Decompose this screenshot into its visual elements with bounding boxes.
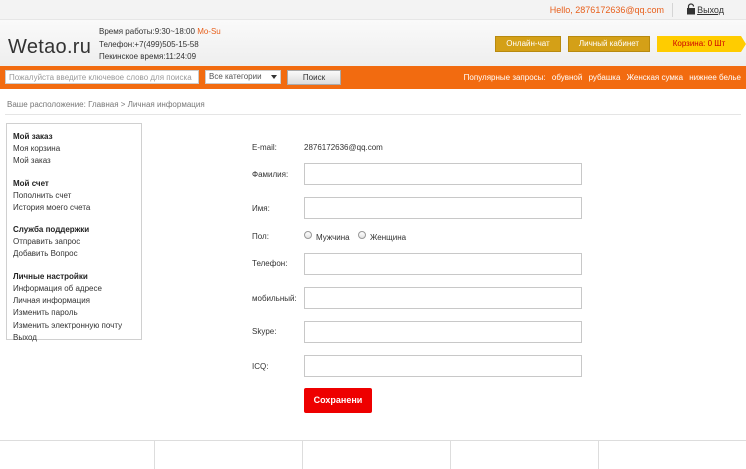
firstname-label: Имя: <box>252 204 270 213</box>
divider <box>302 441 303 469</box>
gender-label: Пол: <box>252 232 269 241</box>
search-button[interactable]: Поиск <box>287 70 341 85</box>
sidebar-item-my-cart[interactable]: Моя корзина <box>13 143 135 155</box>
sidebar-item-send-request[interactable]: Отправить запрос <box>13 236 135 248</box>
search-bar: Все категории Поиск Популярные запросы: … <box>0 66 746 89</box>
gender-female-radio[interactable] <box>358 231 366 239</box>
sidebar-group-orders: Мой заказ Моя корзина Мой заказ <box>13 131 135 168</box>
sidebar-group-support: Служба поддержки Отправить запрос Добави… <box>13 224 135 261</box>
divider <box>450 441 451 469</box>
sidebar-item-top-up[interactable]: Пополнить счет <box>13 190 135 202</box>
popular-query-link[interactable]: нижнее белье <box>689 73 741 82</box>
sidebar-item-account-history[interactable]: История моего счета <box>13 202 135 214</box>
sidebar-heading: Личные настройки <box>13 271 88 281</box>
divider <box>598 441 599 469</box>
contact-info: Время работы:9:30~18:00 Mo-Su Телефон:+7… <box>99 26 221 64</box>
phone-field[interactable] <box>304 253 582 275</box>
sidebar-item-personal-info[interactable]: Личная информация <box>13 295 135 307</box>
divider <box>5 114 741 115</box>
sidebar-item-address-info[interactable]: Информация об адресе <box>13 283 135 295</box>
online-chat-button[interactable]: Онлайн-чат <box>495 36 561 52</box>
footer <box>0 440 746 469</box>
sidebar-heading: Мой счет <box>13 178 49 188</box>
icq-field[interactable] <box>304 355 582 377</box>
work-hours-value: 9:30~18:00 <box>154 27 195 36</box>
lastname-field[interactable] <box>304 163 582 185</box>
category-select[interactable]: Все категории <box>205 70 281 84</box>
phone-label: Телефон: <box>252 259 288 268</box>
top-bar: Hello, 2876172636@qq.com Выход <box>0 0 746 20</box>
gender-female-label[interactable]: Женщина <box>370 233 406 242</box>
icq-label: ICQ: <box>252 362 269 371</box>
skype-label: Skype: <box>252 327 277 336</box>
popular-queries: Популярные запросы: обувной рубашка Женс… <box>460 73 741 82</box>
category-select-value: Все категории <box>209 72 262 81</box>
sidebar-item-change-email[interactable]: Изменить электронную почту <box>13 320 135 332</box>
lock-icon <box>687 3 695 15</box>
mobile-field[interactable] <box>304 287 582 309</box>
cart-arrow-icon <box>741 36 746 52</box>
skype-field[interactable] <box>304 321 582 343</box>
work-hours-label: Время работы: <box>99 27 155 36</box>
work-days: Mo-Su <box>197 27 221 36</box>
sidebar-item-add-question[interactable]: Добавить Вопрос <box>13 248 135 260</box>
sidebar-heading: Мой заказ <box>13 132 53 141</box>
sidebar-item-change-password[interactable]: Изменить пароль <box>13 307 135 319</box>
header: Wetao.ru Время работы:9:30~18:00 Mo-Su Т… <box>0 20 746 66</box>
email-label: E-mail: <box>252 143 277 152</box>
mobile-label: мобильный: <box>252 294 297 303</box>
firstname-field[interactable] <box>304 197 582 219</box>
divider <box>672 3 673 17</box>
popular-query-link[interactable]: Женская сумка <box>627 73 683 82</box>
popular-query-link[interactable]: рубашка <box>589 73 621 82</box>
popular-queries-label: Популярные запросы: <box>463 73 546 82</box>
personal-cabinet-button[interactable]: Личный кабинет <box>568 36 650 52</box>
logout-link[interactable]: Выход <box>697 5 724 15</box>
beijing-time: Пекинское время:11:24:09 <box>99 52 197 61</box>
lastname-label: Фамилия: <box>252 170 289 179</box>
sidebar-group-settings: Личные настройки Информация об адресе Ли… <box>13 271 135 344</box>
sidebar-heading: Служба поддержки <box>13 225 90 235</box>
phone-number: Телефон:+7(499)505-15-58 <box>99 39 199 49</box>
email-value: 2876172636@qq.com <box>304 143 383 152</box>
user-greeting: Hello, 2876172636@qq.com <box>549 5 664 15</box>
gender-male-label[interactable]: Мужчина <box>316 233 350 242</box>
divider <box>154 441 155 469</box>
account-sidebar: Мой заказ Моя корзина Мой заказ Мой счет… <box>6 123 142 342</box>
site-logo[interactable]: Wetao.ru <box>8 36 91 59</box>
chevron-down-icon <box>271 75 277 79</box>
sidebar-item-logout[interactable]: Выход <box>13 332 135 344</box>
sidebar-item-my-order[interactable]: Мой заказ <box>13 155 135 167</box>
search-input[interactable] <box>5 70 199 84</box>
sidebar-group-account: Мой счет Пополнить счет История моего сч… <box>13 178 135 215</box>
work-hours: Время работы:9:30~18:00 Mo-Su <box>99 26 221 39</box>
cart-button[interactable]: Корзина: 0 Шт <box>657 36 741 52</box>
gender-male-radio[interactable] <box>304 231 312 239</box>
save-button[interactable]: Сохранени <box>304 388 372 413</box>
breadcrumb: Ваше расположение: Главная > Личная инфо… <box>7 100 205 109</box>
popular-query-link[interactable]: обувной <box>552 73 582 82</box>
